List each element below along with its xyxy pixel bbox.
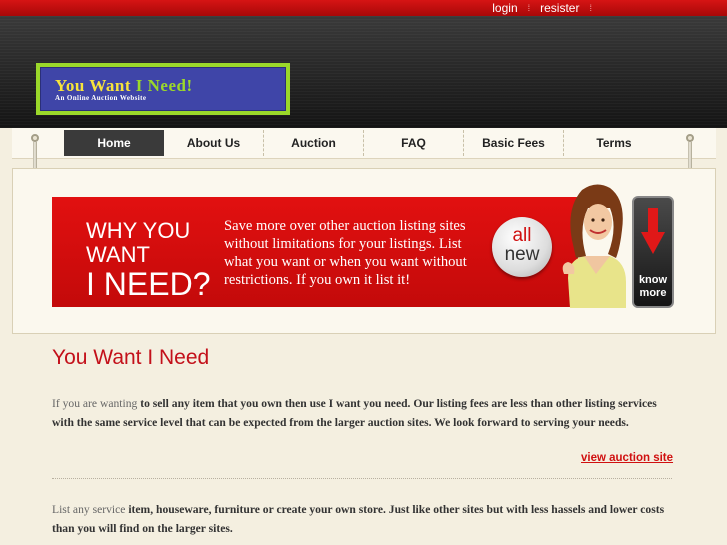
hanger-ring-top <box>686 134 694 142</box>
hanger-ring-top <box>31 134 39 142</box>
down-arrow-icon <box>641 208 665 254</box>
badge-line1: all <box>512 225 532 246</box>
link-separator-icon: ⁞ <box>589 3 592 13</box>
main-nav-bar: Home About Us Auction FAQ Basic Fees Ter… <box>12 128 716 159</box>
know-more-line2: more <box>639 287 667 299</box>
logo-subtitle: An Online Auction Website <box>55 94 147 102</box>
top-bar: login ⁞ resister ⁞ <box>0 0 727 16</box>
link-separator-icon: ⁞ <box>527 3 531 13</box>
content-divider <box>52 478 672 479</box>
headline-line1: WHY YOU <box>86 218 191 243</box>
nav-auction[interactable]: Auction <box>264 130 364 156</box>
logo-title: You Want I Need! <box>55 76 193 96</box>
intro-text-bold: to sell any item that you own then use I… <box>52 397 657 429</box>
all-new-badge: all new <box>492 217 552 277</box>
intro-paragraph: If you are wanting to sell any item that… <box>52 394 672 432</box>
woman-photo-icon <box>562 184 626 308</box>
login-link[interactable]: login <box>492 1 517 15</box>
promo-banner: WHY YOU WANT I NEED? Save more over othe… <box>52 197 578 307</box>
page-title: You Want I Need <box>52 346 210 369</box>
account-links: login ⁞ resister ⁞ <box>492 0 592 16</box>
nav-home[interactable]: Home <box>64 130 164 156</box>
banner-description: Save more over other auction listing sit… <box>224 218 467 288</box>
services-text-bold: item, houseware, furniture or create you… <box>52 503 665 535</box>
nav-about-us[interactable]: About Us <box>164 130 264 156</box>
banner-headline: WHY YOU WANT I NEED? <box>86 218 211 302</box>
main-nav: Home About Us Auction FAQ Basic Fees Ter… <box>64 128 664 158</box>
know-more-line1: know <box>638 274 668 286</box>
services-paragraph: List any service item, houseware, furnit… <box>52 500 672 538</box>
site-logo[interactable]: You Want I Need! An Online Auction Websi… <box>36 63 290 115</box>
headline-line3: I NEED? <box>86 266 211 302</box>
logo-title-word3: I Need! <box>135 76 193 95</box>
badge-line2: new <box>504 244 540 265</box>
services-text-start: List any service <box>52 503 129 516</box>
view-auction-site-link[interactable]: view auction site <box>581 451 681 465</box>
nav-faq[interactable]: FAQ <box>364 130 464 156</box>
nav-terms[interactable]: Terms <box>564 130 664 156</box>
intro-text-start: If you are wanting <box>52 397 141 410</box>
know-more-button[interactable]: know more <box>632 196 674 308</box>
register-link[interactable]: resister <box>540 1 579 15</box>
nav-basic-fees[interactable]: Basic Fees <box>464 130 564 156</box>
know-more-label: know more <box>634 274 672 300</box>
site-header: You Want I Need! An Online Auction Websi… <box>0 16 727 128</box>
headline-line2: WANT <box>86 242 150 267</box>
logo-panel: You Want I Need! An Online Auction Websi… <box>40 67 286 111</box>
logo-title-word2: Want <box>89 76 131 95</box>
logo-title-word1: You <box>55 76 85 95</box>
